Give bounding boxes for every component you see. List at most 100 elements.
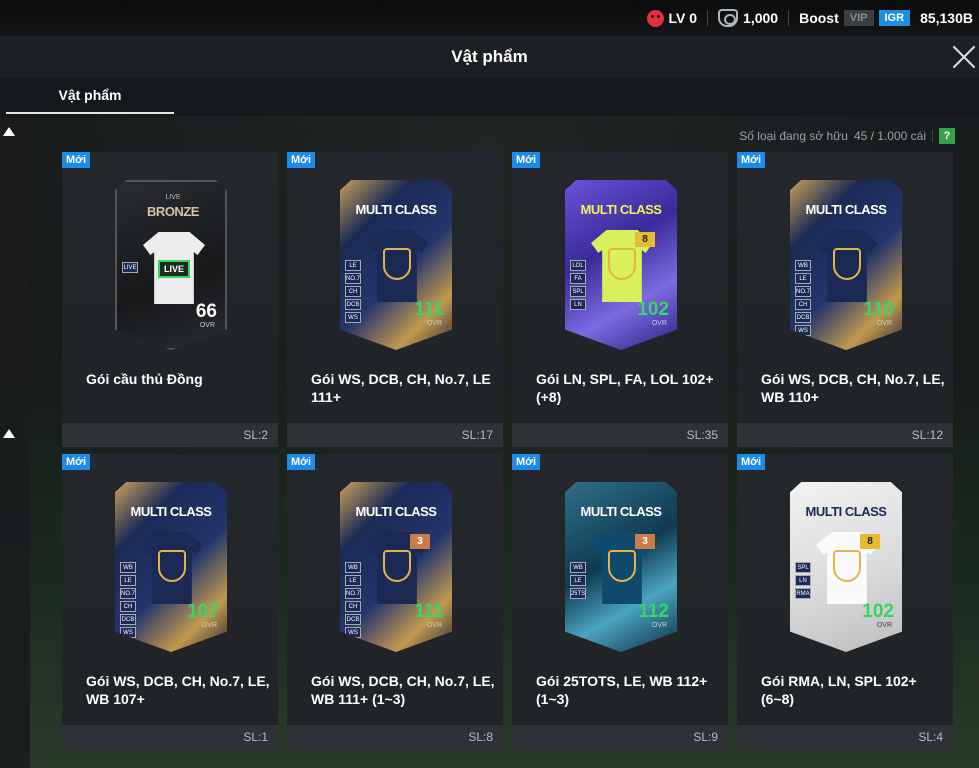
item-quantity: SL:12 (911, 428, 943, 442)
item-quantity: SL:8 (468, 730, 493, 744)
position-tag: WS (120, 627, 136, 638)
item-name: Gói WS, DCB, CH, No.7, LE, WB 111+ (1~3) (311, 673, 495, 707)
club-crest-icon (383, 248, 411, 280)
live-shirt-badge: LIVE (158, 260, 190, 278)
item-footer: SL:2 (62, 423, 278, 447)
owned-label: Số loại đang sở hữu (739, 129, 848, 143)
pack-image: MULTI CLASS WB LE NO.7 CH DCB WS 110 OVR (790, 180, 902, 350)
ovr-label: OVR (201, 622, 217, 629)
upgrade-level-badge: 3 (410, 534, 430, 549)
item-quantity: SL:17 (461, 428, 493, 442)
divider (932, 130, 933, 142)
new-badge: Mới (62, 454, 91, 470)
pack-image: MULTI CLASS WB LE NO.7 CH DCB WS 107 OVR (115, 482, 227, 652)
item-card[interactable]: Mới MULTI CLASS 8 SPL LN RMA 102 OVR Gói R… (737, 454, 953, 749)
balance-display[interactable]: 85,130B (920, 10, 973, 26)
tab-items[interactable]: Vật phẩm (6, 78, 174, 114)
item-card[interactable]: Mới MULTI CLASS WB LE NO.7 CH DCB WS 110 OVR … (737, 152, 953, 447)
position-tag: WB (345, 562, 361, 573)
position-tag: LE (345, 575, 361, 586)
pack-title: BRONZE (147, 204, 199, 219)
pack-title: MULTI CLASS (580, 202, 662, 217)
ovr-value: 107 (187, 601, 219, 622)
igr-badge: IGR (878, 10, 911, 26)
position-tags: WB LE NO.7 CH DCB WS (120, 562, 136, 638)
item-name: Gói LN, SPL, FA, LOL 102+ (+8) (536, 371, 714, 405)
vip-badge: VIP (843, 10, 874, 26)
ovr-value: 111 (414, 299, 444, 320)
new-badge: Mới (737, 454, 766, 470)
position-tags: LIVE (122, 262, 138, 273)
close-icon[interactable] (951, 44, 977, 70)
ovr-value: 111 (414, 601, 444, 622)
club-crest-icon (833, 248, 861, 280)
position-tag: CH (345, 601, 361, 612)
item-card[interactable]: Mới LIVE BRONZE LIVE LIVE 66 OVR Gói cầu… (62, 152, 278, 447)
ovr-label: OVR (876, 320, 892, 327)
left-scroll-rail (0, 118, 30, 768)
position-tags: WB LE NO.7 CH DCB WS (795, 260, 811, 336)
item-footer: SL:17 (287, 423, 503, 447)
position-tag: LN (570, 299, 586, 310)
item-quantity: SL:4 (918, 730, 943, 744)
ovr-label: OVR (651, 320, 667, 327)
item-card[interactable]: Mới MULTI CLASS 3 WB LE 25TS 112 OVR Gói 2… (512, 454, 728, 749)
item-quantity: SL:2 (243, 428, 268, 442)
item-name: Gói RMA, LN, SPL 102+ (6~8) (761, 673, 917, 707)
item-card[interactable]: Mới MULTI CLASS 3 WB LE NO.7 CH DCB WS 111 OV… (287, 454, 503, 749)
pack-top-label: LIVE (165, 194, 181, 201)
position-tag: DCB (345, 299, 361, 310)
upgrade-level-badge: 8 (860, 534, 880, 549)
upgrade-level-badge: 8 (635, 232, 655, 247)
item-name: Gói WS, DCB, CH, No.7, LE 111+ (311, 371, 491, 405)
help-icon[interactable]: ? (939, 128, 955, 144)
pack-image: MULTI CLASS 8 SPL LN RMA 102 OVR (790, 482, 902, 652)
position-tag: WB (120, 562, 136, 573)
club-crest-icon (383, 550, 411, 582)
item-footer: SL:4 (737, 725, 953, 749)
item-footer: SL:12 (737, 423, 953, 447)
item-footer: SL:1 (62, 725, 278, 749)
position-tag: WS (345, 312, 361, 323)
position-tags: WB LE NO.7 CH DCB WS (345, 562, 361, 638)
pack-image: LIVE BRONZE LIVE LIVE 66 OVR (115, 180, 227, 350)
level-indicator[interactable]: LV 0 (646, 9, 697, 27)
pack-title: MULTI CLASS (805, 202, 887, 217)
ovr-value: 110 (863, 299, 894, 320)
position-tag: LE (120, 575, 136, 586)
scroll-up-icon[interactable] (3, 429, 15, 438)
top-bar: LV 0 1,000 Boost VIP IGR 85,130B (0, 0, 979, 36)
owned-count: Số loại đang sở hữu 45 / 1.000 cái ? (739, 128, 955, 144)
item-quantity: SL:1 (243, 730, 268, 744)
coin-value: 1,000 (743, 10, 779, 26)
ovr-label: OVR (426, 622, 442, 629)
balance-value: 85,130B (920, 10, 973, 26)
club-crest-icon (608, 550, 636, 582)
pack-image: MULTI CLASS 8 LOL FA SPL LN 102 OVR (565, 180, 677, 350)
item-card[interactable]: Mới MULTI CLASS LE NO.7 CH DCB WS 111 OVR Gó… (287, 152, 503, 447)
boost-label: Boost (799, 10, 839, 26)
position-tag: DCB (120, 614, 136, 625)
scroll-up-icon[interactable] (3, 127, 15, 136)
item-card[interactable]: Mới MULTI CLASS 8 LOL FA SPL LN 102 OVR Gói… (512, 152, 728, 447)
ovr-label: OVR (876, 622, 892, 629)
position-tags: SPL LN RMA (795, 562, 811, 599)
position-tag: CH (795, 299, 811, 310)
mood-face-icon (646, 9, 664, 27)
coin-icon (718, 9, 739, 27)
new-badge: Mới (62, 152, 91, 168)
coin-counter[interactable]: 1,000 (718, 9, 778, 27)
position-tag: WS (795, 325, 811, 336)
position-tags: LOL FA SPL LN (570, 260, 586, 310)
item-card[interactable]: Mới MULTI CLASS WB LE NO.7 CH DCB WS 107 OVR … (62, 454, 278, 749)
item-quantity: SL:35 (686, 428, 718, 442)
item-name: Gói WS, DCB, CH, No.7, LE, WB 107+ (86, 673, 270, 707)
pack-image: MULTI CLASS 3 WB LE 25TS 112 OVR (565, 482, 677, 652)
ovr-label: OVR (651, 622, 667, 629)
club-crest-icon (158, 550, 186, 582)
item-quantity: SL:9 (693, 730, 718, 744)
tab-bar: Vật phẩm (0, 78, 979, 116)
boost-group[interactable]: Boost VIP IGR (799, 10, 911, 26)
position-tag: NO.7 (120, 588, 136, 599)
position-tag: LE (570, 575, 586, 586)
